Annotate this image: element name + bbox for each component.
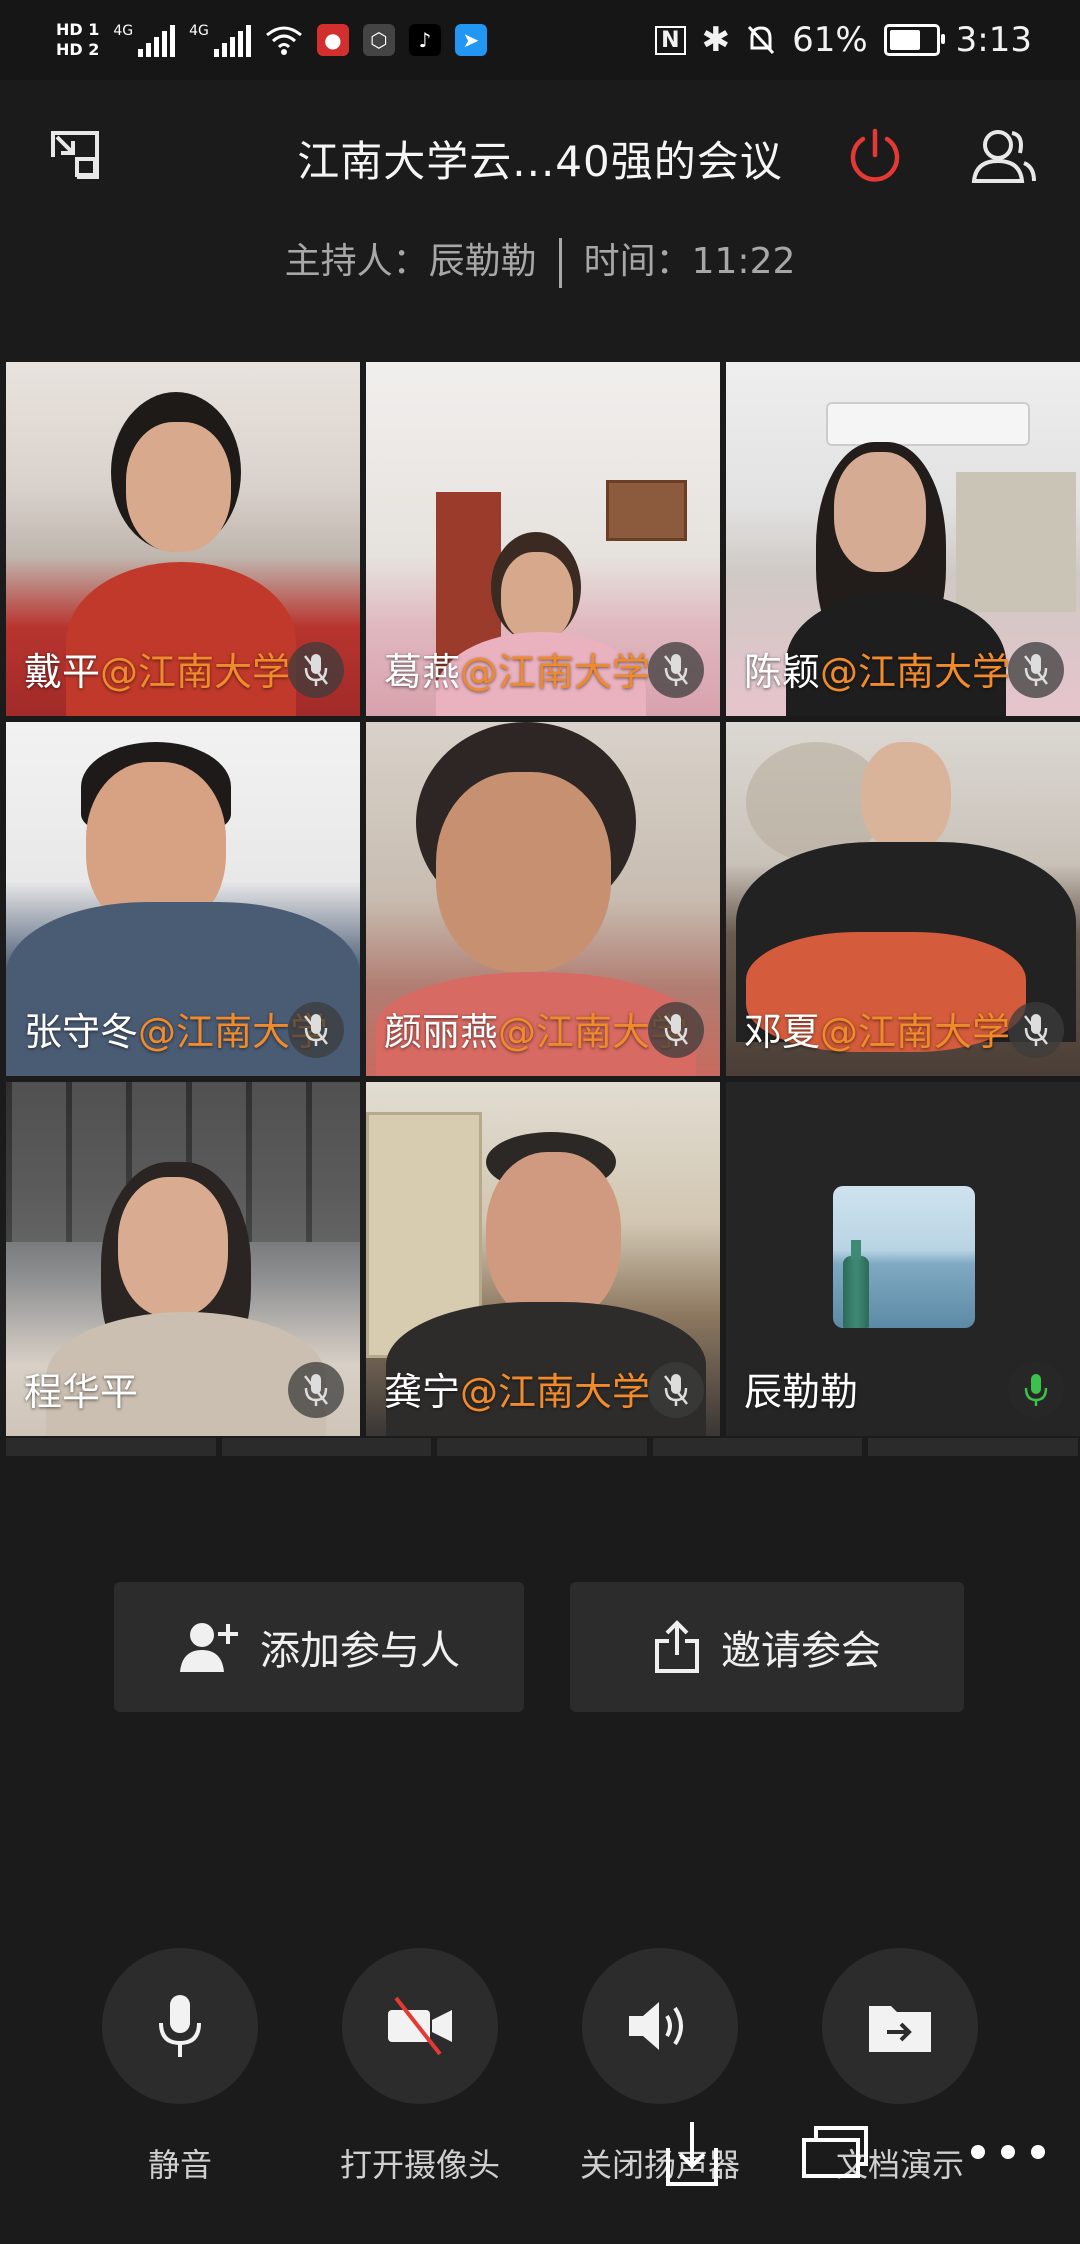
hd-indicator: HD 1 HD 2 (56, 20, 99, 60)
meeting-header: 江南大学云...40强的会议 主持人：辰勒勒 时间：11:22 (0, 80, 1080, 288)
clock: 3:13 (955, 20, 1032, 60)
mic-muted-icon (648, 642, 704, 698)
participant-name: 邓夏@江南大学 (744, 1010, 1011, 1054)
camera-label: 打开摄像头 (339, 2146, 500, 2184)
add-participant-button[interactable]: 添加参与人 (114, 1582, 524, 1712)
participant-tile[interactable]: 葛燕@江南大学 (366, 362, 720, 716)
mic-muted-icon (1008, 642, 1064, 698)
camera-off-icon (388, 1996, 452, 2056)
hd1-label: HD 1 (56, 20, 100, 39)
meeting-duration: 时间：11:22 (583, 241, 796, 282)
nfc-icon: N (655, 25, 686, 55)
mic-muted-icon (1008, 1002, 1064, 1058)
mic-active-icon (1008, 1362, 1064, 1418)
participant-tile[interactable]: 颜丽燕@江南大学 (366, 722, 720, 1076)
add-participant-label: 添加参与人 (260, 1628, 460, 1674)
participant-tile[interactable]: 戴平@江南大学 (6, 362, 360, 716)
participant-tile[interactable]: 张守冬@江南大学 (6, 722, 360, 1076)
microphone-icon (159, 1995, 201, 2057)
invite-button[interactable]: 邀请参会 (570, 1582, 964, 1712)
participant-name: 张守冬@江南大学 (24, 1010, 329, 1054)
participant-name: 陈颖@江南大学 (744, 650, 1011, 694)
participant-tile-self[interactable]: 辰勒勒 (726, 1082, 1080, 1436)
mute-bell-icon (747, 25, 775, 55)
folder-share-icon (869, 2006, 931, 2052)
meeting-info: 主持人：辰勒勒 时间：11:22 (0, 232, 1080, 288)
participant-tile[interactable]: 邓夏@江南大学 (726, 722, 1080, 1076)
video-grid: 戴平@江南大学 葛燕@江南大学 陈颖@江南大学 张守冬@江南大学 颜丽燕@江南大… (6, 362, 1080, 1436)
host-label: 主持人：辰勒勒 (284, 241, 537, 282)
mic-muted-icon (648, 1362, 704, 1418)
status-bar: HD 1 HD 2 4G 4G ● ⬡ ♪ ➤ N ✱ 61% 3:13 (0, 0, 1080, 80)
window-switch-icon[interactable] (800, 2124, 870, 2180)
minimize-button[interactable] (40, 120, 110, 190)
net1-label: 4G (113, 23, 134, 39)
document-share-button[interactable] (822, 1948, 978, 2104)
participant-name: 程华平 (24, 1370, 139, 1414)
participant-name: 葛燕@江南大学 (384, 650, 651, 694)
avatar (833, 1186, 975, 1328)
invite-label: 邀请参会 (721, 1628, 881, 1674)
mic-muted-icon (288, 1362, 344, 1418)
add-user-icon (180, 1623, 238, 1672)
battery-icon (883, 24, 945, 56)
more-participants-strip[interactable] (6, 1438, 1078, 1456)
camera-toggle-button[interactable] (342, 1948, 498, 2104)
participant-tile[interactable]: 龚宁@江南大学 (366, 1082, 720, 1436)
speaker-label: 关闭扬声器 (579, 2146, 740, 2184)
hd2-label: HD 2 (56, 40, 100, 59)
mute-button[interactable] (102, 1948, 258, 2104)
minimize-icon (51, 131, 99, 179)
speaker-toggle-button[interactable] (582, 1948, 738, 2104)
participant-name: 戴平@江南大学 (24, 650, 291, 694)
participants-button[interactable] (968, 120, 1038, 190)
message-app-icon: ➤ (454, 24, 487, 56)
people-icon (971, 130, 1036, 183)
mic-muted-icon (288, 1002, 344, 1058)
wifi-icon (265, 26, 302, 55)
participant-name: 颜丽燕@江南大学 (384, 1010, 689, 1054)
bluetooth-icon: ✱ (701, 20, 731, 60)
net2-label: 4G (189, 23, 209, 39)
signal-2-icon: 4G (189, 23, 251, 57)
power-icon (850, 128, 900, 182)
meeting-title: 江南大学云...40强的会议 (297, 137, 783, 186)
participant-name: 龚宁@江南大学 (384, 1370, 651, 1414)
participant-tile[interactable]: 程华平 (6, 1082, 360, 1436)
download-icon[interactable] (664, 2118, 720, 2188)
recorder-app-icon: ● (316, 24, 349, 56)
tiktok-icon: ♪ (408, 24, 441, 56)
signal-icon: 4G (113, 23, 176, 57)
mic-muted-icon (288, 642, 344, 698)
speaker-icon (629, 2002, 683, 2050)
shield-app-icon: ⬡ (362, 24, 395, 56)
participant-name: 辰勒勒 (744, 1370, 859, 1414)
mic-muted-icon (648, 1002, 704, 1058)
battery-percent: 61% (792, 20, 868, 60)
mute-label: 静音 (147, 2146, 212, 2184)
leave-meeting-button[interactable] (840, 120, 910, 190)
share-icon (655, 1620, 699, 1673)
more-icon[interactable] (968, 2142, 1048, 2162)
participant-tile[interactable]: 陈颖@江南大学 (726, 362, 1080, 716)
